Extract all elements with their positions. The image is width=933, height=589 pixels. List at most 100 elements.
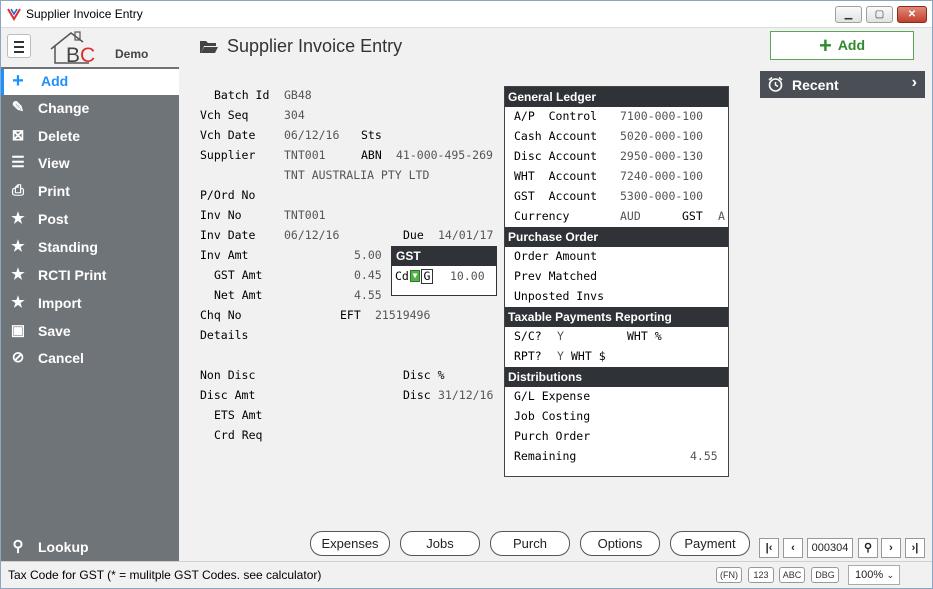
search-record-icon[interactable]: ⚲ — [858, 538, 878, 558]
disc-account-value[interactable]: 2950-000-130 — [620, 149, 703, 163]
sidebar: + Add ✎ Change ⊠ Delete ☰ View ⎙ Print ★… — [1, 67, 179, 561]
star-icon: ★ — [11, 294, 25, 311]
due-value[interactable]: 14/01/17 — [438, 228, 493, 242]
caps-indicator: ABC — [779, 567, 805, 583]
recent-label: Recent — [792, 77, 839, 93]
details-label: Details — [200, 328, 249, 342]
inv-no-label: Inv No — [200, 208, 242, 222]
sidebar-item-label: Save — [38, 323, 71, 339]
options-button[interactable]: Options — [580, 531, 660, 556]
sidebar-item-save[interactable]: ▣ Save — [1, 319, 179, 345]
rpt-value[interactable]: Y — [557, 349, 564, 363]
sidebar-item-label: Post — [38, 211, 69, 227]
crd-req-label: Crd Req — [214, 428, 263, 442]
first-record-icon[interactable]: |‹ — [759, 538, 779, 558]
ets-amt-label: ETS Amt — [214, 408, 263, 422]
last-record-icon[interactable]: ›| — [905, 538, 925, 558]
gst-code-dropdown-icon[interactable]: ▼ — [410, 270, 420, 282]
eft-value[interactable]: 21519496 — [375, 308, 430, 322]
cash-account-value[interactable]: 5020-000-100 — [620, 129, 703, 143]
star-icon: ★ — [11, 266, 25, 283]
add-button[interactable]: + Add — [770, 31, 914, 60]
jobs-button[interactable]: Jobs — [400, 531, 480, 556]
sidebar-item-post[interactable]: ★ Post — [1, 207, 179, 233]
page-title: Supplier Invoice Entry — [227, 36, 403, 56]
close-button[interactable]: ✕ — [897, 6, 927, 23]
wht-dollar-label: WHT $ — [571, 349, 606, 363]
sidebar-item-import[interactable]: ★ Import — [1, 291, 179, 317]
inv-date-label: Inv Date — [200, 228, 256, 242]
wht-account-label: WHT Account — [514, 169, 598, 183]
wht-account-value[interactable]: 7240-000-100 — [620, 169, 703, 183]
pencil-icon: ✎ — [11, 99, 25, 116]
batch-id-value[interactable]: GB48 — [284, 88, 312, 102]
plus-icon: + — [818, 33, 832, 58]
sidebar-item-label: Delete — [38, 128, 81, 144]
prev-record-icon[interactable]: ‹ — [783, 538, 803, 558]
currency-value[interactable]: AUD — [620, 209, 641, 223]
sidebar-item-label: Print — [38, 183, 70, 199]
expenses-button[interactable]: Expenses — [310, 531, 390, 556]
status-bar: Tax Code for GST (* = mulitple GST Codes… — [1, 561, 932, 588]
currency-gst-value: A — [718, 209, 725, 223]
purch-order-label: Purch Order — [514, 429, 591, 443]
gst-code-input[interactable]: G — [421, 269, 433, 284]
maximize-button[interactable]: ▢ — [866, 6, 893, 23]
currency-label: Currency — [514, 209, 570, 223]
sidebar-item-add[interactable]: + Add — [1, 69, 179, 95]
distributions-header: Distributions — [505, 367, 728, 387]
wht-pct-label: WHT % — [627, 329, 662, 343]
inv-date-value[interactable]: 06/12/16 — [284, 228, 339, 242]
pord-label: P/Ord No — [200, 188, 256, 202]
sc-value[interactable]: Y — [557, 329, 564, 343]
disc-account-label: Disc Account — [514, 149, 598, 163]
recent-panel-toggle[interactable]: Recent › — [760, 71, 925, 98]
minimize-button[interactable]: ▁ — [835, 6, 862, 23]
printer-icon: ⎙ — [11, 182, 24, 199]
sidebar-item-cancel[interactable]: ⊘ Cancel — [1, 346, 179, 372]
supplier-value[interactable]: TNT001 — [284, 148, 326, 162]
purch-button[interactable]: Purch — [490, 531, 570, 556]
sidebar-item-standing[interactable]: ★ Standing — [1, 235, 179, 261]
sidebar-item-rcti-print[interactable]: ★ RCTI Print — [1, 263, 179, 289]
gst-amt-value[interactable]: 0.45 — [354, 268, 382, 282]
gst-account-value[interactable]: 5300-000-100 — [620, 189, 703, 203]
floppy-icon: ▣ — [10, 322, 26, 339]
abn-label: ABN — [361, 148, 382, 162]
inv-no-value[interactable]: TNT001 — [284, 208, 326, 222]
list-icon: ☰ — [11, 154, 25, 171]
sidebar-item-label: Import — [38, 295, 82, 311]
hamburger-icon-line — [14, 46, 24, 48]
inv-amt-label: Inv Amt — [200, 248, 249, 262]
add-button-label: Add — [837, 37, 866, 53]
payment-button[interactable]: Payment — [670, 531, 750, 556]
vch-date-value[interactable]: 06/12/16 — [284, 128, 339, 142]
vch-seq-value[interactable]: 304 — [284, 108, 305, 122]
inv-amt-value[interactable]: 5.00 — [354, 248, 382, 262]
sidebar-item-delete[interactable]: ⊠ Delete — [1, 124, 179, 150]
disc-date-label: Disc — [403, 388, 431, 402]
chevron-down-icon: ⌄ — [886, 570, 894, 580]
ap-control-value[interactable]: 7100-000-100 — [620, 109, 703, 123]
supplier-label: Supplier — [200, 148, 256, 162]
sts-label: Sts — [361, 128, 382, 142]
net-amt-value: 4.55 — [354, 288, 382, 302]
disc-amt-label: Disc Amt — [200, 388, 256, 402]
sidebar-item-view[interactable]: ☰ View — [1, 151, 179, 177]
currency-gst-label: GST — [682, 209, 703, 223]
zoom-select[interactable]: 100% ⌄ — [848, 565, 900, 585]
sidebar-item-print[interactable]: ⎙ Print — [1, 179, 179, 205]
num-indicator: 123 — [748, 567, 774, 583]
sidebar-item-change[interactable]: ✎ Change — [1, 96, 179, 122]
menu-button[interactable] — [7, 34, 31, 58]
rpt-label: RPT? — [514, 349, 542, 363]
sidebar-item-label: Lookup — [38, 539, 89, 555]
fn-indicator: (FN) — [716, 567, 742, 583]
record-number-input[interactable]: 000304 — [807, 538, 853, 558]
next-record-icon[interactable]: › — [881, 538, 901, 558]
gst-box-header: GST — [392, 247, 496, 266]
sidebar-item-lookup[interactable]: ⚲ Lookup — [1, 535, 179, 561]
logo-b: B — [66, 44, 80, 65]
disc-date-value[interactable]: 31/12/16 — [438, 388, 493, 402]
window-title: Supplier Invoice Entry — [26, 7, 143, 21]
